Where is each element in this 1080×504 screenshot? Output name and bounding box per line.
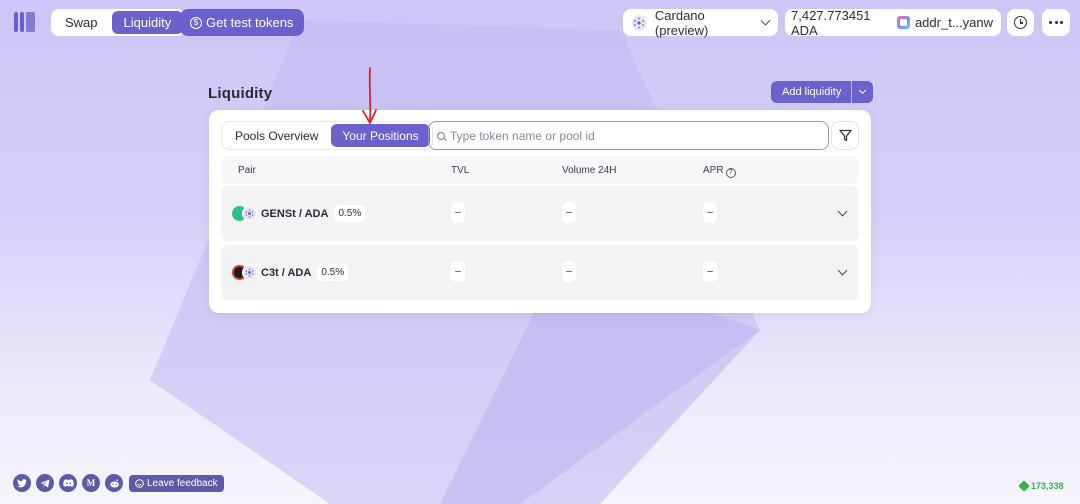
apr-label: APR	[703, 165, 724, 176]
more-options-button[interactable]	[1042, 9, 1070, 36]
main-nav: Swap Liquidity	[51, 9, 186, 36]
tvl-value: –	[451, 202, 465, 223]
get-test-tokens-button[interactable]: $ Get test tokens	[180, 9, 305, 36]
page-title: Liquidity	[208, 85, 273, 102]
filter-button[interactable]	[831, 121, 859, 150]
pair-cell: GENSt / ADA 0.5%	[232, 205, 366, 222]
volume-value: –	[562, 261, 576, 282]
pair-name: C3t / ADA	[261, 266, 312, 279]
expand-chevron-icon[interactable]	[837, 206, 848, 217]
pair-cell: C3t / ADA 0.5%	[232, 264, 349, 281]
fee-badge: 0.5%	[334, 205, 366, 222]
cardano-icon	[242, 206, 257, 221]
tab-your-positions[interactable]: Your Positions	[331, 124, 430, 147]
more-dots-icon	[1049, 21, 1063, 24]
fee-badge: 0.5%	[317, 264, 349, 281]
add-liquidity-dropdown-button[interactable]	[851, 81, 873, 103]
search-box[interactable]	[428, 121, 829, 150]
nav-liquidity[interactable]: Liquidity	[111, 11, 184, 34]
smile-icon	[135, 478, 144, 488]
network-selector[interactable]: Cardano (preview)	[623, 7, 778, 38]
pair-name: GENSt / ADA	[261, 207, 329, 220]
column-header-volume: Volume 24H	[562, 165, 617, 176]
tvl-value: –	[451, 261, 465, 282]
discord-icon[interactable]	[59, 474, 77, 492]
wallet-icon	[896, 16, 910, 29]
chevron-down-icon	[859, 86, 867, 95]
block-height-indicator: 173,338	[1018, 480, 1064, 492]
chevron-down-icon	[760, 15, 771, 26]
cardano-icon	[242, 265, 257, 280]
apr-value: –	[703, 202, 717, 223]
nav-swap[interactable]: Swap	[53, 11, 110, 34]
table-row[interactable]: GENSt / ADA 0.5% – – –	[221, 186, 859, 241]
leave-feedback-label: Leave feedback	[147, 477, 218, 489]
apr-value: –	[703, 261, 717, 282]
leave-feedback-button[interactable]: Leave feedback	[129, 474, 224, 492]
table-row[interactable]: C3t / ADA 0.5% – – –	[221, 245, 859, 300]
add-liquidity-group: Add liquidity	[771, 81, 874, 103]
app-logo-icon[interactable]	[14, 12, 36, 32]
medium-icon[interactable]: M	[82, 474, 100, 492]
network-label: Cardano (preview)	[654, 7, 709, 38]
annotation-arrow-icon	[362, 67, 377, 124]
top-bar: Swap Liquidity $ Get test tokens Cardano…	[0, 0, 1080, 44]
column-header-apr: APR?	[703, 165, 736, 178]
column-header-pair: Pair	[238, 165, 256, 176]
reddit-icon[interactable]	[105, 474, 123, 492]
wallet-address: addr_t...yanw	[914, 15, 993, 30]
table-header: Pair TVL Volume 24H APR?	[221, 156, 859, 184]
coin-icon: $	[190, 16, 202, 29]
add-liquidity-button[interactable]: Add liquidity	[771, 81, 851, 103]
block-height: 173,338	[1031, 481, 1064, 491]
social-links: M Leave feedback	[13, 474, 224, 492]
volume-value: –	[562, 202, 576, 223]
block-icon	[1018, 480, 1030, 492]
clock-icon	[1014, 16, 1027, 29]
search-input[interactable]	[450, 128, 820, 143]
history-button[interactable]	[1007, 9, 1034, 36]
liquidity-card: Pools Overview Your Positions Pair TVL V…	[209, 110, 871, 313]
positions-tabs: Pools Overview Your Positions	[221, 121, 433, 150]
cardano-icon	[632, 14, 647, 31]
search-icon	[437, 131, 445, 140]
help-icon[interactable]: ?	[725, 167, 736, 178]
tab-pools-overview[interactable]: Pools Overview	[224, 124, 329, 147]
column-header-tvl: TVL	[451, 165, 470, 176]
get-test-tokens-label: Get test tokens	[206, 15, 294, 30]
telegram-icon[interactable]	[36, 474, 54, 492]
expand-chevron-icon[interactable]	[837, 265, 848, 276]
wallet-button[interactable]: 7,427.773451 ADA addr_t...yanw	[785, 7, 1001, 38]
filter-icon	[838, 129, 852, 142]
twitter-icon[interactable]	[13, 474, 31, 492]
wallet-balance: 7,427.773451 ADA	[791, 7, 871, 38]
